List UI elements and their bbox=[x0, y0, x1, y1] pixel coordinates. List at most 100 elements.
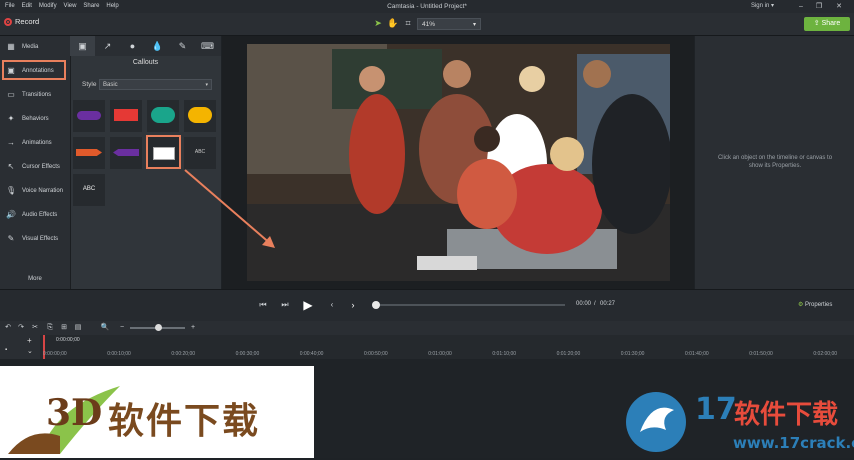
video-frame-image bbox=[247, 44, 670, 281]
callout-highlight bbox=[146, 135, 181, 169]
sign-in-link[interactable]: Sign in ▾ bbox=[751, 0, 774, 13]
properties-label: Properties bbox=[805, 302, 833, 308]
behavior-icon: ✦ bbox=[7, 114, 15, 123]
sidebar-item-label: Cursor Effects bbox=[22, 164, 60, 170]
watermark-3d: 3D bbox=[46, 392, 103, 434]
sidebar-item-label: Behaviors bbox=[22, 116, 49, 122]
ruler-tick-label: 0:00:10;00 bbox=[107, 351, 131, 357]
animation-icon: → bbox=[7, 138, 15, 147]
arrow-tab-icon[interactable]: ↗ bbox=[95, 36, 120, 56]
callout-red-box bbox=[114, 109, 138, 121]
sidebar-item-label: Animations bbox=[22, 140, 52, 146]
sidebar-item-label: Media bbox=[22, 44, 39, 50]
timeline-zoom-handle[interactable] bbox=[155, 324, 162, 331]
ruler-tick-label: 0:00:20;00 bbox=[171, 351, 196, 357]
ruler-tick-label: 0:00:00;00 bbox=[43, 351, 67, 357]
annotation-tabs: ▣ ↗ ● 💧 ✎ ⌨ bbox=[70, 36, 221, 56]
callout-tile[interactable] bbox=[110, 100, 142, 132]
pan-tool-icon[interactable]: ✋ bbox=[387, 17, 399, 29]
callout-tile[interactable]: ABC bbox=[73, 174, 105, 206]
callout-tile[interactable] bbox=[184, 100, 216, 132]
sidebar-item-visual-effects[interactable]: ✎ Visual Effects bbox=[0, 228, 70, 250]
keystroke-tab-icon[interactable]: ⌨ bbox=[195, 36, 220, 56]
ruler-tick-label: 0:01:50;00 bbox=[749, 351, 773, 357]
shape-tab-icon[interactable]: ● bbox=[120, 36, 145, 56]
watermark-text: 软件下载 bbox=[108, 400, 261, 442]
wand-icon: ✎ bbox=[7, 234, 15, 243]
zoom-in-icon[interactable]: + bbox=[188, 322, 198, 334]
callout-yellow-cloud bbox=[188, 107, 212, 123]
split-icon[interactable]: ⊞ bbox=[59, 322, 69, 334]
paste-icon[interactable]: ▤ bbox=[73, 322, 83, 334]
step-back-icon[interactable]: ⏮ bbox=[256, 298, 270, 312]
sidebar-item-behaviors[interactable]: ✦ Behaviors bbox=[0, 108, 70, 130]
callout-tile[interactable] bbox=[147, 100, 179, 132]
style-label: Style bbox=[82, 81, 97, 88]
cut-icon[interactable]: ✂ bbox=[30, 322, 40, 334]
sidebar-item-label: Transitions bbox=[22, 92, 52, 98]
zoom-dropdown[interactable]: 41% ▾ bbox=[417, 18, 481, 30]
previous-icon[interactable]: ‹ bbox=[325, 298, 339, 312]
dragon-logo-icon bbox=[626, 392, 686, 452]
callout-tile[interactable] bbox=[110, 137, 142, 169]
callout-purple-bubble bbox=[77, 111, 101, 120]
ruler-tick-label: 0:01:10;00 bbox=[492, 351, 517, 357]
transition-icon: ▭ bbox=[7, 90, 15, 99]
ruler-tick-label: 0:00:40;00 bbox=[299, 351, 324, 357]
crop-tool-icon[interactable]: ⌗ bbox=[402, 17, 414, 29]
sidebar-item-voice-narration[interactable]: 🎙 Voice Narration bbox=[0, 180, 70, 202]
sidebar-item-cursor-effects[interactable]: ↖ Cursor Effects bbox=[0, 156, 70, 178]
share-button[interactable]: ⇪ Share bbox=[804, 17, 850, 31]
zoom-out-icon[interactable]: − bbox=[117, 322, 127, 334]
sidebar-item-transitions[interactable]: ▭ Transitions bbox=[0, 84, 70, 106]
chevron-down-icon: ▾ bbox=[472, 22, 476, 28]
play-icon[interactable]: ▶ bbox=[301, 298, 315, 312]
callout-orange-arrow bbox=[76, 149, 102, 156]
ruler-tick-label: 0:01:30;00 bbox=[620, 351, 645, 357]
share-label: Share bbox=[821, 20, 841, 27]
properties-button[interactable]: ⚙ Properties bbox=[798, 299, 850, 311]
add-track-icon[interactable]: + bbox=[27, 336, 32, 345]
sidebar-item-label: Voice Narration bbox=[22, 188, 64, 194]
ruler-tick-label: 0:00:50;00 bbox=[364, 351, 388, 357]
scrubber-handle[interactable] bbox=[372, 301, 380, 309]
sidebar-more-button[interactable]: More bbox=[0, 276, 70, 282]
zoom-value: 41% bbox=[422, 21, 436, 28]
sidebar-item-audio-effects[interactable]: 🔊 Audio Effects bbox=[0, 204, 70, 226]
gear-icon: ⚙ bbox=[798, 302, 806, 308]
redo-icon[interactable]: ↷ bbox=[16, 322, 26, 334]
annotation-arrow bbox=[184, 169, 275, 248]
track-dot-icon: ▪ bbox=[5, 347, 8, 353]
panel-title: Callouts bbox=[132, 59, 159, 66]
ruler-tick-label: 0:00:30;00 bbox=[235, 351, 260, 357]
record-label: Record bbox=[15, 17, 40, 26]
chevron-down-icon[interactable]: ⌄ bbox=[27, 347, 33, 355]
sidebar-item-media[interactable]: ▦ Media bbox=[0, 36, 70, 58]
maximize-icon[interactable]: ❐ bbox=[810, 0, 828, 13]
step-forward-icon[interactable]: ⏭ bbox=[278, 298, 292, 312]
copy-icon[interactable]: ⎘ bbox=[45, 322, 55, 334]
undo-icon[interactable]: ↶ bbox=[3, 322, 13, 334]
minimize-icon[interactable]: – bbox=[792, 0, 810, 13]
ruler-tick-label: 0:01:20;00 bbox=[556, 351, 581, 357]
callout-tile[interactable] bbox=[73, 137, 105, 169]
callout-text-abc: ABC bbox=[194, 149, 206, 155]
blur-tab-icon[interactable]: 💧 bbox=[145, 36, 170, 56]
time-separator: / bbox=[594, 301, 596, 307]
sidebar-item-animations[interactable]: → Animations bbox=[0, 132, 70, 154]
callout-tile[interactable] bbox=[73, 100, 105, 132]
video-preview[interactable] bbox=[247, 44, 670, 281]
share-icon: ⇪ bbox=[813, 20, 822, 27]
close-icon[interactable]: ✕ bbox=[830, 0, 848, 13]
style-dropdown[interactable]: Basic ▾ bbox=[99, 79, 212, 90]
next-icon[interactable]: › bbox=[346, 298, 360, 312]
scrubber-track[interactable] bbox=[375, 304, 565, 306]
sketch-tab-icon[interactable]: ✎ bbox=[170, 36, 195, 56]
zoom-icon[interactable]: 🔍 bbox=[100, 322, 110, 334]
callout-tab-icon[interactable]: ▣ bbox=[70, 36, 95, 56]
watermark-cn-text: 软件下载 bbox=[734, 400, 839, 430]
callout-text-abc: ABC bbox=[82, 186, 96, 192]
chevron-down-icon: ▾ bbox=[205, 82, 208, 88]
record-button[interactable]: Record bbox=[4, 17, 39, 31]
select-tool-icon[interactable]: ➤ bbox=[372, 17, 384, 29]
